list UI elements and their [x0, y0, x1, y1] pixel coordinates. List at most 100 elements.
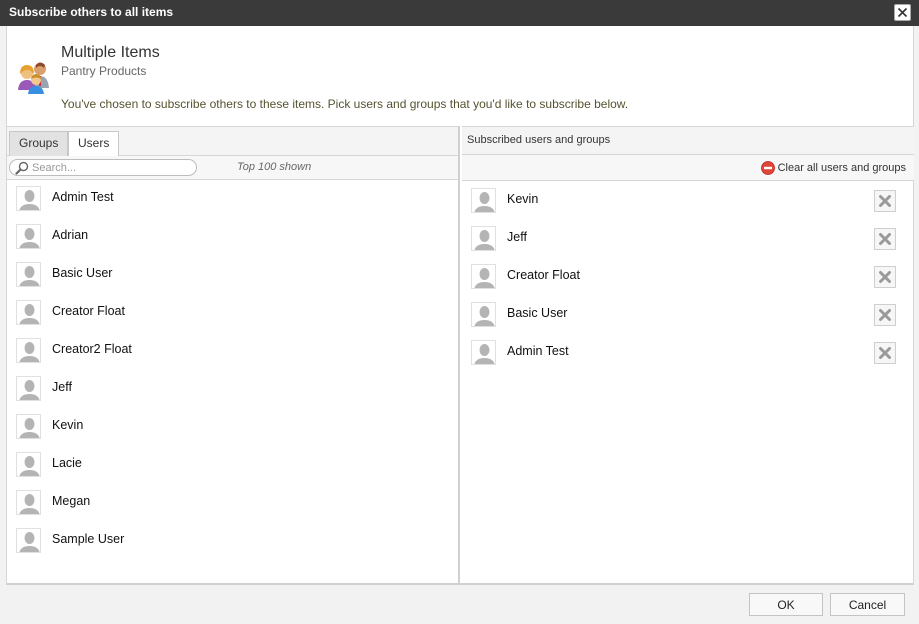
subscribed-item[interactable]: Jeff [462, 220, 914, 258]
user-avatar-icon [19, 494, 40, 514]
remove-icon [879, 309, 891, 321]
avatar [16, 262, 41, 287]
user-name: Creator Float [507, 268, 580, 282]
avatar [16, 224, 41, 249]
user-item[interactable]: Adrian [7, 218, 458, 256]
item-title: Multiple Items [61, 44, 160, 61]
clear-all-button[interactable]: Clear all users and groups [760, 161, 906, 175]
clear-bar: Clear all users and groups [462, 155, 914, 181]
user-item[interactable]: Lacie [7, 446, 458, 484]
user-name: Admin Test [52, 190, 114, 204]
user-item[interactable]: Sample User [7, 522, 458, 560]
avatar [471, 340, 496, 365]
item-subtitle: Pantry Products [61, 64, 147, 78]
user-avatar-icon [19, 380, 40, 400]
remove-icon [879, 233, 891, 245]
user-name: Admin Test [507, 344, 569, 358]
user-item[interactable]: Creator Float [7, 294, 458, 332]
user-item[interactable]: Creator2 Float [7, 332, 458, 370]
subscribed-pane: Subscribed users and groups Clear all us… [462, 126, 914, 583]
search-bar: Top 100 shown [7, 156, 458, 180]
avatar [16, 490, 41, 515]
subscribe-dialog: Subscribe others to all items Multiple I… [0, 0, 919, 624]
user-avatar-icon [474, 230, 495, 250]
avatar [471, 264, 496, 289]
avatar [16, 338, 41, 363]
remove-button[interactable] [874, 342, 896, 364]
subscribed-item[interactable]: Creator Float [462, 258, 914, 296]
search-icon [15, 161, 29, 175]
avatar [471, 302, 496, 327]
instructions-text: You've chosen to subscribe others to the… [61, 97, 629, 111]
user-avatar-icon [19, 304, 40, 324]
user-avatar-icon [19, 418, 40, 438]
ok-button[interactable]: OK [749, 593, 823, 616]
user-name: Creator2 Float [52, 342, 132, 356]
user-item[interactable]: Basic User [7, 256, 458, 294]
remove-icon [879, 195, 891, 207]
user-name: Megan [52, 494, 91, 508]
subscribed-header-label: Subscribed users and groups [467, 134, 611, 146]
user-avatar-icon [474, 344, 495, 364]
user-avatar-icon [19, 228, 40, 248]
remove-button[interactable] [874, 190, 896, 212]
tab-groups[interactable]: Groups [9, 131, 69, 156]
close-button[interactable] [894, 4, 911, 21]
user-item[interactable]: Kevin [7, 408, 458, 446]
tab-bar: Groups Users [7, 127, 458, 157]
users-group-icon [18, 62, 49, 94]
remove-button[interactable] [874, 266, 896, 288]
user-name: Jeff [507, 230, 527, 244]
user-name: Sample User [52, 532, 125, 546]
close-icon [897, 7, 908, 18]
avatar [471, 226, 496, 251]
available-pane: Groups Users Top 100 shown Admin Test Adr… [7, 126, 460, 583]
subscribed-list: Kevin Jeff Creator Float Basic User Admin Te… [462, 182, 914, 372]
top-shown-label: Top 100 shown [237, 161, 312, 173]
user-item[interactable]: Megan [7, 484, 458, 522]
user-name: Adrian [52, 228, 89, 242]
title-bar: Subscribe others to all items [0, 0, 919, 26]
user-name: Creator Float [52, 304, 125, 318]
avatar [16, 414, 41, 439]
user-avatar-icon [19, 456, 40, 476]
avatar [16, 528, 41, 553]
search-box [9, 159, 197, 176]
avatar [16, 186, 41, 211]
clear-all-label: Clear all users and groups [777, 162, 906, 174]
user-list: Admin Test Adrian Basic User Creator Float C… [7, 180, 458, 560]
subscribed-item[interactable]: Kevin [462, 182, 914, 220]
remove-icon [879, 271, 891, 283]
user-avatar-icon [19, 532, 40, 552]
user-item[interactable]: Jeff [7, 370, 458, 408]
cancel-button[interactable]: Cancel [830, 593, 905, 616]
avatar [16, 300, 41, 325]
avatar [16, 452, 41, 477]
user-avatar-icon [474, 268, 495, 288]
subscribed-header: Subscribed users and groups [462, 127, 914, 155]
user-avatar-icon [474, 306, 495, 326]
user-avatar-icon [19, 342, 40, 362]
remove-icon [879, 347, 891, 359]
remove-button[interactable] [874, 304, 896, 326]
user-avatar-icon [474, 192, 495, 212]
dialog-content: Multiple Items Pantry Products You've ch… [6, 26, 914, 585]
user-name: Basic User [52, 266, 113, 280]
user-name: Basic User [507, 306, 568, 320]
user-item[interactable]: Admin Test [7, 180, 458, 218]
subscribed-item[interactable]: Basic User [462, 296, 914, 334]
user-avatar-icon [19, 266, 40, 286]
remove-button[interactable] [874, 228, 896, 250]
user-name: Lacie [52, 456, 82, 470]
user-name: Jeff [52, 380, 72, 394]
remove-circle-icon [760, 161, 775, 175]
user-avatar-icon [19, 190, 40, 210]
subscribed-item[interactable]: Admin Test [462, 334, 914, 372]
dialog-title: Subscribe others to all items [9, 5, 174, 19]
avatar [16, 376, 41, 401]
user-name: Kevin [52, 418, 84, 432]
user-name: Kevin [507, 192, 539, 206]
tab-users[interactable]: Users [68, 131, 120, 157]
avatar [471, 188, 496, 213]
search-input[interactable] [32, 160, 192, 175]
